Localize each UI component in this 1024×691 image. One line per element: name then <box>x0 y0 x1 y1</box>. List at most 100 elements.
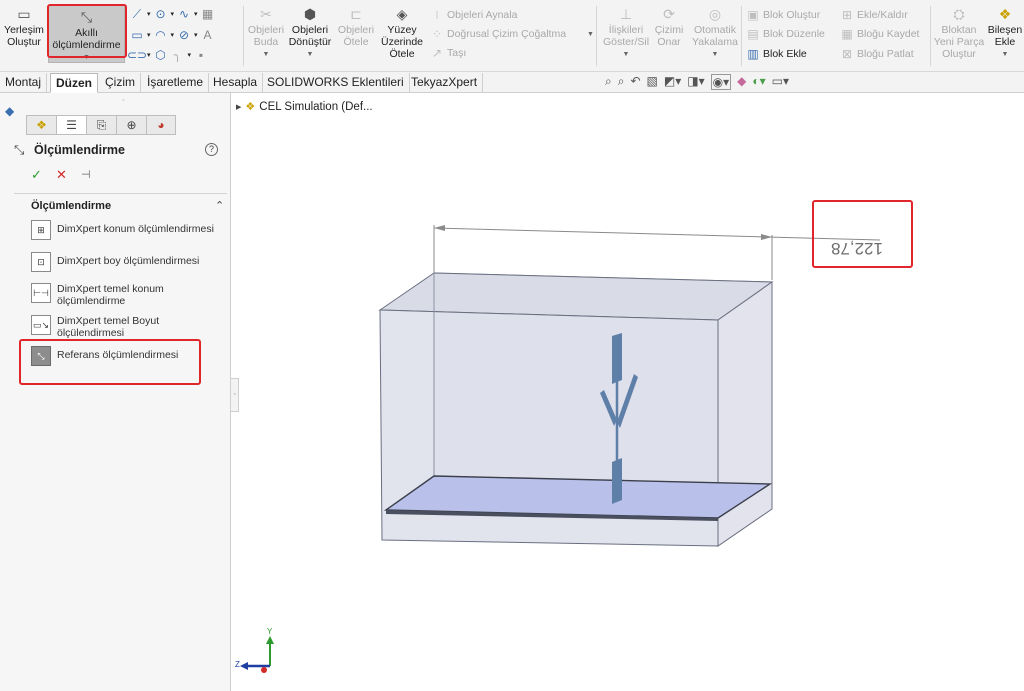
property-manager-tab-icon[interactable]: ☰ <box>56 115 86 135</box>
polygon-icon[interactable]: ⬡ <box>154 48 168 62</box>
place-layout-label: Yerleşim Oluştur <box>4 24 44 48</box>
section-view-icon[interactable]: ▧ <box>647 74 658 90</box>
line-icon[interactable]: ⟋ <box>130 7 144 21</box>
dimension-arrow-right <box>761 234 772 240</box>
display-manager-tab-icon[interactable]: ◕ <box>146 115 176 135</box>
autosnap-button[interactable]: ◎ Otomatik Yakalama ▼ <box>690 6 740 61</box>
insert-block-icon: ▥ <box>747 47 759 61</box>
slot-icon[interactable]: ⊂⊃ <box>127 48 147 62</box>
fillet-icon[interactable]: ╮ <box>171 48 185 62</box>
insert-block-button[interactable]: ▥ Blok Ekle <box>746 47 807 61</box>
tab-cizim[interactable]: Çizim <box>100 73 141 93</box>
configuration-manager-tab-icon[interactable]: ⎘ <box>86 115 116 135</box>
insert-component-button[interactable]: ❖ Bileşen Ekle ▼ <box>986 6 1024 61</box>
edit-appearance-icon[interactable]: ◆ <box>737 74 746 90</box>
hide-show-items-icon[interactable]: ◉▾ <box>710 74 732 90</box>
offset-on-surface-button[interactable]: ◈ Yüzey Üzerinde Ötele <box>378 6 426 60</box>
sketch-tools-row-3: ⊂⊃ ▾ ⬡ ╮ ▾ ▪ <box>127 48 208 62</box>
command-manager-ribbon: ▭ Yerleşim Oluştur ⤡ Akıllı ölçümlendirm… <box>0 0 1024 72</box>
arc-icon[interactable]: ◠ <box>154 28 168 42</box>
panel-grip-icon[interactable]: ◦ <box>122 97 124 104</box>
tab-isaretleme[interactable]: İşaretleme <box>142 73 210 93</box>
dim-option-label: DimXpert konum ölçümlendirmesi <box>57 223 214 235</box>
insert-block-label: Blok Ekle <box>763 48 807 60</box>
explode-block-button[interactable]: ⊠ Bloğu Patlat <box>840 47 914 61</box>
mirror-entities-button[interactable]: ⧙ Objeleri Aynala <box>430 7 518 22</box>
make-block-icon: ▣ <box>747 8 759 22</box>
snap-icon: ◎ <box>708 6 722 22</box>
save-block-button[interactable]: ▦ Bloğu Kaydet <box>840 27 919 41</box>
chevron-up-icon[interactable]: ⌃ <box>215 199 224 212</box>
chevron-down-icon[interactable]: ▼ <box>587 31 594 38</box>
heads-up-view-toolbar: ⌕ ⌕ ↶ ▧ ◩▾ ◨▾ ◉▾ ◆ ◐▾ ▭▾ <box>605 74 789 90</box>
previous-view-icon[interactable]: ↶ <box>630 74 640 90</box>
dimxpert-manager-tab-icon[interactable]: ⊕ <box>116 115 146 135</box>
tab-montaj[interactable]: Montaj <box>0 73 48 93</box>
repair-sketch-button[interactable]: ⟳ Çizimi Onar <box>653 6 685 48</box>
pin-icon[interactable]: ⊣ <box>81 168 91 181</box>
surface-offset-icon: ◈ <box>396 6 408 22</box>
tab-hesapla[interactable]: Hesapla <box>208 73 264 93</box>
view-orientation-icon[interactable]: ◩▾ <box>664 74 681 90</box>
edit-block-button[interactable]: ▤ Blok Düzenle <box>746 27 825 41</box>
basic-location-icon: ⊢⊣ <box>31 283 51 303</box>
manager-tabs: ❖ ☰ ⎘ ⊕ ◕ <box>26 115 176 135</box>
dim-option-basic-size[interactable]: ▭↘ DimXpert temel Boyut ölçülendirmesi <box>31 315 216 339</box>
dimxpert-location-icon: ⊞ <box>31 220 51 240</box>
chevron-down-icon: ▼ <box>1001 51 1009 58</box>
dim-option-basic-location[interactable]: ⊢⊣ DimXpert temel konum ölçümlendirme <box>31 283 216 307</box>
explode-block-icon: ⊠ <box>841 47 853 61</box>
point-icon[interactable]: ▪ <box>194 48 208 62</box>
feature-manager-toggle-icon[interactable]: ◆ <box>5 104 14 118</box>
part-from-block-label: Bloktan Yeni Parça Oluştur <box>933 24 985 60</box>
zoom-to-fit-icon[interactable]: ⌕ <box>605 74 612 90</box>
dim-option-dimxpert-location[interactable]: ⊞ DimXpert konum ölçümlendirmesi <box>31 220 216 240</box>
display-relations-button[interactable]: ⊥ İlişkileri Göster/Sil ▼ <box>600 6 652 61</box>
autosnap-label: Otomatik Yakalama <box>692 24 738 48</box>
spline-icon[interactable]: ∿ <box>177 7 191 21</box>
help-icon[interactable]: ? <box>205 143 218 156</box>
ribbon-separator <box>596 6 597 66</box>
circle-icon[interactable]: ⊙ <box>154 7 168 21</box>
relations-icon: ⊥ <box>619 6 633 22</box>
graphics-area[interactable] <box>232 93 1024 691</box>
view-settings-icon[interactable]: ▭▾ <box>772 74 789 90</box>
mirror-icon: ⧙ <box>435 7 439 22</box>
display-style-icon[interactable]: ◨▾ <box>687 74 704 90</box>
section-divider <box>14 193 227 194</box>
add-remove-button[interactable]: ⊞ Ekle/Kaldır <box>840 8 908 22</box>
cancel-icon[interactable]: ✕ <box>56 167 67 183</box>
mirror-label: Objeleri Aynala <box>447 9 518 21</box>
text-icon[interactable]: A <box>201 28 215 42</box>
linear-pattern-button[interactable]: ⁘ Doğrusal Çizim Çoğaltma ▼ <box>430 27 594 41</box>
apply-scene-icon[interactable]: ◐▾ <box>752 74 765 90</box>
make-block-button[interactable]: ▣ Blok Oluştur <box>746 8 820 22</box>
dim-option-label: DimXpert boy ölçümlendirmesi <box>57 255 200 267</box>
dimension-arrow-left <box>434 225 445 231</box>
make-block-label: Blok Oluştur <box>763 9 821 21</box>
grid-icon[interactable]: ▦ <box>201 7 215 21</box>
move-entities-button[interactable]: ↗ Taşı <box>430 46 466 60</box>
chevron-down-icon: ▼ <box>306 51 314 58</box>
place-layout-button[interactable]: ▭ Yerleşim Oluştur <box>2 6 46 48</box>
ellipse-icon[interactable]: ⊘ <box>177 28 191 42</box>
offset-entities-button[interactable]: ⊏ Objeleri Ötele <box>336 6 376 48</box>
feature-manager-tab-icon[interactable]: ❖ <box>26 115 56 135</box>
rectangle-icon[interactable]: ▭ <box>130 28 144 42</box>
dim-option-dimxpert-size[interactable]: ⊡ DimXpert boy ölçümlendirmesi <box>31 252 216 272</box>
tab-solidworks-eklentileri[interactable]: SOLIDWORKS Eklentileri <box>262 73 410 93</box>
tab-duzen[interactable]: Düzen <box>50 73 98 93</box>
ribbon-separator <box>243 6 244 66</box>
insert-component-label: Bileşen Ekle <box>987 24 1023 48</box>
convert-entities-button[interactable]: ⬢ Objeleri Dönüştür ▼ <box>287 6 333 61</box>
tab-tekyazxpert[interactable]: TekyazXpert <box>406 73 484 93</box>
trim-entities-button[interactable]: ✂ Objeleri Buda ▼ <box>246 6 286 61</box>
part-from-block-button[interactable]: ⛭ Bloktan Yeni Parça Oluştur <box>933 6 985 60</box>
zoom-to-area-icon[interactable]: ⌕ <box>618 74 625 90</box>
ok-icon[interactable]: ✓ <box>31 167 42 183</box>
trim-label: Objeleri Buda <box>247 24 285 48</box>
sketch-tools-row-1: ⟋ ▾ ⊙ ▾ ∿ ▾ ▦ <box>130 7 215 22</box>
repair-label: Çizimi Onar <box>654 24 684 48</box>
highlight-dimension-value <box>812 200 913 268</box>
triad-x-axis <box>261 667 267 673</box>
